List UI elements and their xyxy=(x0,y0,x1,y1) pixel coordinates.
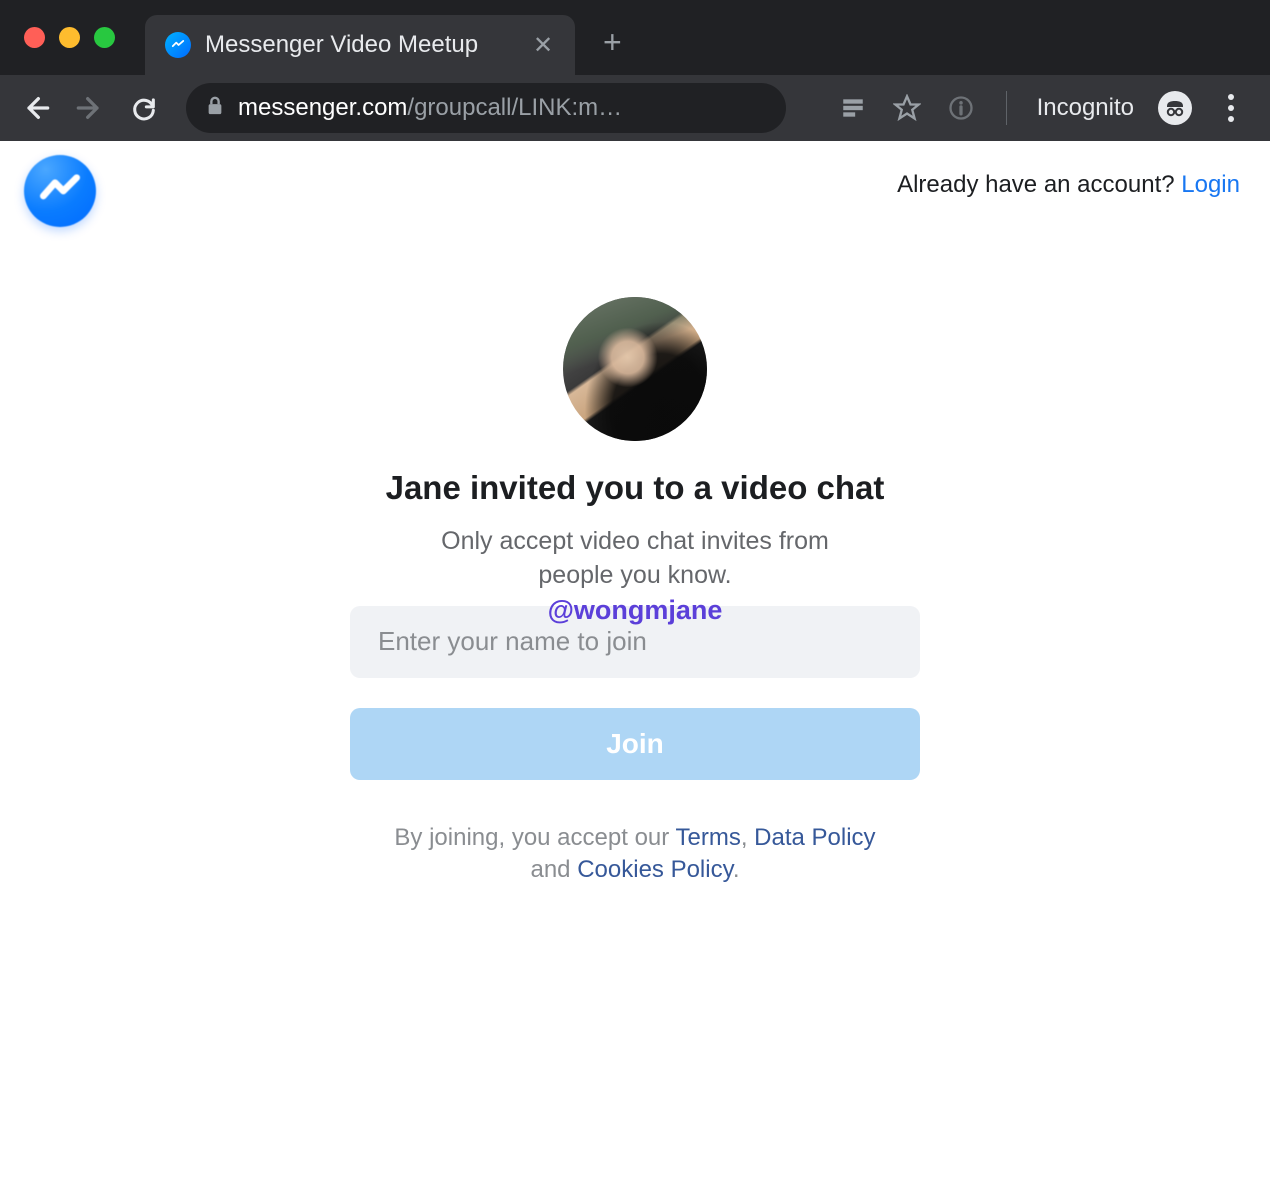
login-link[interactable]: Login xyxy=(1181,171,1240,198)
invite-title: Jane invited you to a video chat xyxy=(350,469,920,507)
incognito-icon[interactable] xyxy=(1158,91,1192,125)
new-tab-button[interactable]: + xyxy=(603,24,622,61)
menu-button[interactable] xyxy=(1216,93,1246,123)
watermark-text: @wongmjane xyxy=(350,595,920,626)
reader-mode-icon[interactable] xyxy=(838,93,868,123)
reload-button[interactable] xyxy=(122,86,166,130)
data-policy-link[interactable]: Data Policy xyxy=(754,824,875,851)
site-info-icon[interactable] xyxy=(946,93,976,123)
legal-prefix: By joining, you accept our xyxy=(394,824,675,851)
page-content: Already have an account? Login Jane invi… xyxy=(0,141,1270,1192)
legal-sep2: and xyxy=(530,856,577,883)
browser-tab[interactable]: Messenger Video Meetup ✕ xyxy=(145,15,575,75)
terms-link[interactable]: Terms xyxy=(675,824,740,851)
messenger-logo-icon xyxy=(24,155,96,227)
browser-tab-strip: Messenger Video Meetup ✕ + xyxy=(0,0,1270,75)
legal-suffix: . xyxy=(733,856,740,883)
bookmark-star-icon[interactable] xyxy=(892,93,922,123)
cookies-policy-link[interactable]: Cookies Policy xyxy=(577,856,733,883)
window-close-button[interactable] xyxy=(24,27,45,48)
url-path: /groupcall/LINK:m… xyxy=(407,94,622,121)
address-bar[interactable]: messenger.com/groupcall/LINK:m… xyxy=(186,83,786,133)
url-host: messenger.com xyxy=(238,94,407,121)
join-button[interactable]: Join xyxy=(350,708,920,780)
window-maximize-button[interactable] xyxy=(94,27,115,48)
browser-toolbar: messenger.com/groupcall/LINK:m… Incognit… xyxy=(0,75,1270,141)
messenger-favicon-icon xyxy=(165,32,191,58)
account-prompt-text: Already have an account? xyxy=(897,171,1181,198)
incognito-label: Incognito xyxy=(1037,94,1134,122)
nav-back-button[interactable] xyxy=(14,86,58,130)
account-prompt: Already have an account? Login xyxy=(897,155,1240,199)
url-text: messenger.com/groupcall/LINK:m… xyxy=(238,94,622,122)
legal-sep1: , xyxy=(741,824,754,851)
window-controls xyxy=(0,0,115,48)
tab-close-button[interactable]: ✕ xyxy=(531,31,555,60)
window-minimize-button[interactable] xyxy=(59,27,80,48)
invite-subtitle: Only accept video chat invites from peop… xyxy=(435,525,835,593)
lock-icon xyxy=(206,96,224,121)
tab-title: Messenger Video Meetup xyxy=(205,31,478,59)
nav-forward-button[interactable] xyxy=(68,86,112,130)
inviter-avatar xyxy=(563,297,707,441)
legal-text: By joining, you accept our Terms, Data P… xyxy=(350,822,920,887)
toolbar-divider xyxy=(1006,91,1007,125)
